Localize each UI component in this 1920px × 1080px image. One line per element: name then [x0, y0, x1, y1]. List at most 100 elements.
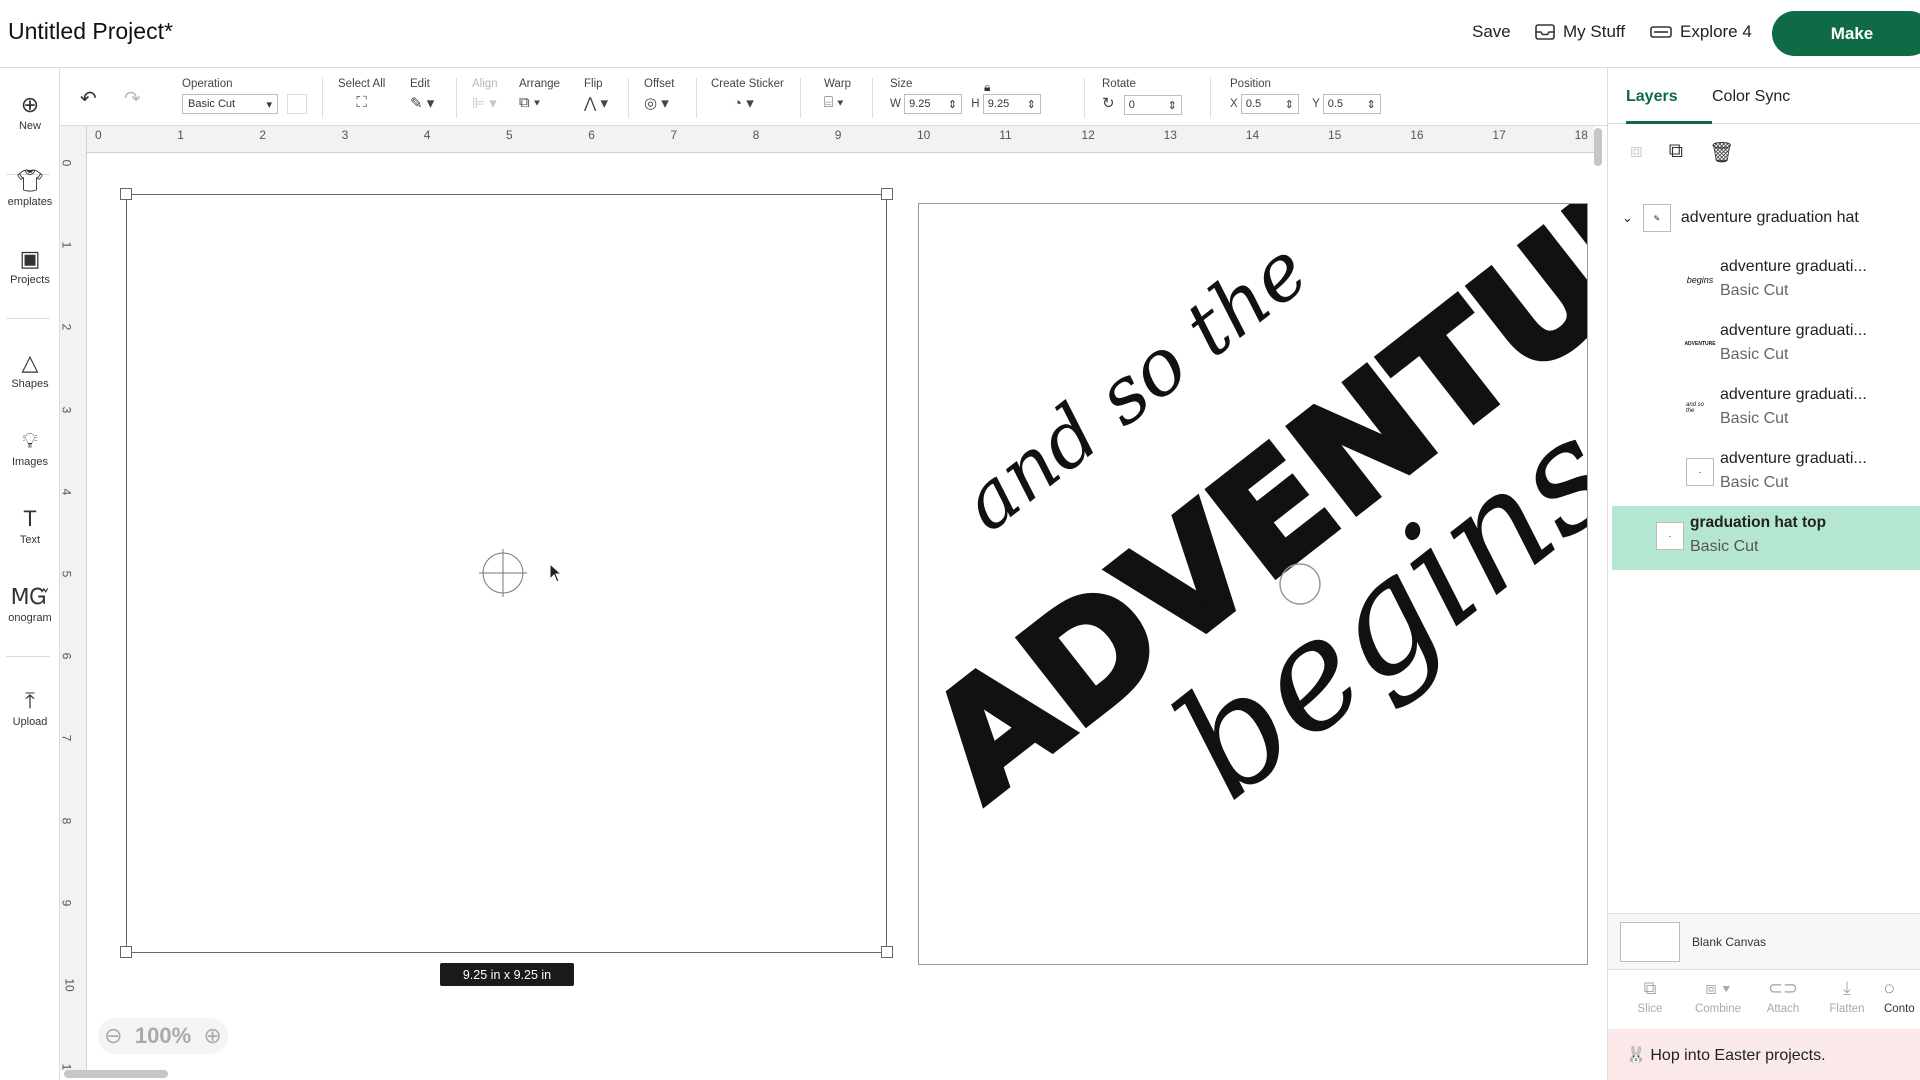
layer-item-selected[interactable]: · graduation hat top Basic Cut [1612, 506, 1920, 570]
tab-color-sync[interactable]: Color Sync [1712, 88, 1790, 106]
sidebar-label: Projects [10, 274, 50, 286]
blank-canvas-row[interactable]: Blank Canvas [1608, 913, 1920, 969]
flatten-icon: ⤓ [1843, 978, 1851, 998]
flip-button[interactable]: Flip ⋀ ▾ [584, 78, 608, 112]
trash-icon[interactable]: 🗑︎ [1709, 140, 1734, 165]
zoom-out-icon[interactable]: ⊖ [104, 1023, 122, 1049]
sidebar-item-monogram[interactable]: ⅯᏳ onogram [0, 584, 60, 624]
layer-name: adventure graduati... [1720, 386, 1867, 403]
layer-group-row[interactable]: ⌄ ✎ adventure graduation hat [1622, 200, 1912, 236]
operation-value: Basic Cut [188, 98, 236, 111]
sidebar-item-images[interactable]: 💡︎ Images [0, 428, 60, 468]
tshirt-icon: 👕︎ [16, 168, 44, 193]
offset-button[interactable]: Offset ◎ ▾ [644, 78, 674, 112]
explore-button[interactable]: Explore 4 [1650, 22, 1752, 42]
divider [6, 656, 50, 657]
undo-icon[interactable]: ↶ [80, 86, 97, 111]
select-all-button[interactable]: Select All ⛶ [338, 78, 385, 111]
resize-handle[interactable] [881, 188, 893, 200]
left-sidebar: ⊕ New 👕︎ emplates ▣ Projects △ Shapes 💡︎ Imag… [0, 68, 60, 1080]
sidebar-label: onogram [8, 612, 52, 624]
edit-button[interactable]: Edit ✎ ▾ [410, 78, 434, 112]
design-preview[interactable]: and so the ADVENTURE begins [918, 203, 1588, 965]
layer-item[interactable]: begins adventure graduati... Basic Cut [1608, 250, 1920, 314]
divider [872, 78, 873, 118]
position-label: Position [1230, 78, 1271, 90]
redo-icon[interactable]: ↷ [124, 86, 141, 111]
sidebar-label: Upload [12, 716, 48, 728]
sidebar-item-templates[interactable]: 👕︎ emplates [0, 168, 60, 208]
layer-thumbnail: and so the [1686, 394, 1714, 422]
y-input[interactable]: 0.5 ⇕ [1322, 94, 1381, 114]
layer-thumbnail: ✎ [1642, 204, 1671, 232]
arrange-icon: ⧉ ▾ [519, 94, 541, 111]
attach-button[interactable]: ⊂⊃ Attach [1758, 978, 1808, 1015]
divider [1084, 78, 1085, 118]
duplicate-icon[interactable]: ⧉ [1669, 140, 1683, 165]
create-sticker-button[interactable]: Create Sticker ◔ ▾ [711, 78, 784, 112]
height-value: 9.25 [987, 98, 1010, 110]
flatten-button[interactable]: ⤓ Flatten [1822, 978, 1872, 1015]
sidebar-label: Images [11, 456, 49, 468]
sticker-icon: ◔ ▾ [733, 95, 754, 112]
blank-canvas-label: Blank Canvas [1692, 935, 1767, 949]
height-input[interactable]: 9.25 ⇕ [982, 94, 1041, 114]
project-title[interactable]: Untitled Project* [8, 18, 173, 45]
ruler-tick-label: 6 [59, 652, 74, 660]
resize-handle[interactable] [120, 946, 132, 958]
vertical-scrollbar[interactable] [1594, 128, 1602, 166]
ruler-tick-label: 15 [1328, 128, 1342, 142]
zoom-in-icon[interactable]: ⊕ [203, 1023, 221, 1049]
horizontal-scrollbar[interactable] [64, 1070, 168, 1078]
sidebar-item-new[interactable]: ⊕ New [0, 92, 60, 132]
chevron-down-icon[interactable]: ⌄ [1622, 210, 1633, 226]
layer-item[interactable]: ADVENTURE adventure graduati... Basic Cu… [1608, 314, 1920, 378]
x-input[interactable]: 0.5 ⇕ [1240, 94, 1299, 114]
align-button[interactable]: Align ⊫ ▾ [472, 78, 498, 112]
sidebar-label: Text [19, 534, 41, 546]
my-stuff-button[interactable]: My Stuff [1535, 22, 1625, 42]
save-button[interactable]: Save [1472, 22, 1511, 42]
rotate-icon[interactable]: ↻ [1102, 94, 1115, 112]
layer-actions: ⧈ ⧉ 🗑︎ [1630, 140, 1734, 165]
layer-bottom-actions: ⧉ Slice ⧈ ▾ Combine ⊂⊃ Attach ⤓ Flatten ◌ Con… [1608, 969, 1920, 1029]
arrange-label: Arrange [519, 78, 560, 90]
warp-button[interactable]: Warp ⌸ ▾ [824, 78, 851, 111]
blank-canvas-thumbnail [1620, 922, 1680, 962]
resize-handle[interactable] [881, 946, 893, 958]
sidebar-item-text[interactable]: T Text [0, 506, 60, 546]
arrange-button[interactable]: Arrange ⧉ ▾ [519, 78, 560, 111]
ruler-tick-label: 14 [1245, 128, 1260, 142]
combine-button[interactable]: ⧈ ▾ Combine [1688, 978, 1748, 1015]
operation-select[interactable]: Basic Cut ▾ [182, 94, 278, 115]
layer-item[interactable]: and so the adventure graduati... Basic C… [1608, 378, 1920, 442]
plus-circle-icon: ⊕ [20, 92, 40, 117]
width-input[interactable]: 9.25 ⇕ [904, 94, 963, 114]
offset-label: Offset [644, 78, 675, 90]
width-label: W [890, 98, 901, 110]
tab-layers[interactable]: Layers [1626, 88, 1678, 106]
resize-handle[interactable] [120, 188, 132, 200]
rotate-value: 0 [1128, 99, 1135, 111]
sidebar-item-projects[interactable]: ▣ Projects [0, 246, 60, 286]
ruler-tick-label: 8 [752, 128, 760, 142]
contour-button[interactable]: ◌ Conto [1884, 978, 1920, 1015]
rotate-input[interactable]: 0 ⇕ [1123, 95, 1182, 115]
lock-icon[interactable]: 🔒︎ [984, 80, 990, 95]
edit-label: Edit [410, 78, 430, 90]
ruler-tick-label: 7 [59, 735, 74, 742]
promo-banner[interactable]: 🐰 Hop into Easter projects. [1608, 1029, 1920, 1080]
selection-box[interactable] [126, 194, 887, 953]
flip-label: Flip [584, 78, 603, 90]
layer-type: Basic Cut [1690, 538, 1759, 555]
sidebar-item-shapes[interactable]: △ Shapes [0, 350, 60, 390]
divider [696, 78, 697, 118]
slice-button[interactable]: ⧉ Slice [1628, 978, 1672, 1015]
color-swatch[interactable] [287, 94, 308, 114]
layer-type: Basic Cut [1720, 346, 1789, 363]
make-button[interactable]: Make [1772, 11, 1920, 56]
group-icon[interactable]: ⧈ [1630, 140, 1643, 165]
stepper-icon: ⇕ [1366, 98, 1376, 111]
layer-item[interactable]: · adventure graduati... Basic Cut [1608, 442, 1920, 506]
sidebar-item-upload[interactable]: ⤒ Upload [0, 688, 60, 728]
